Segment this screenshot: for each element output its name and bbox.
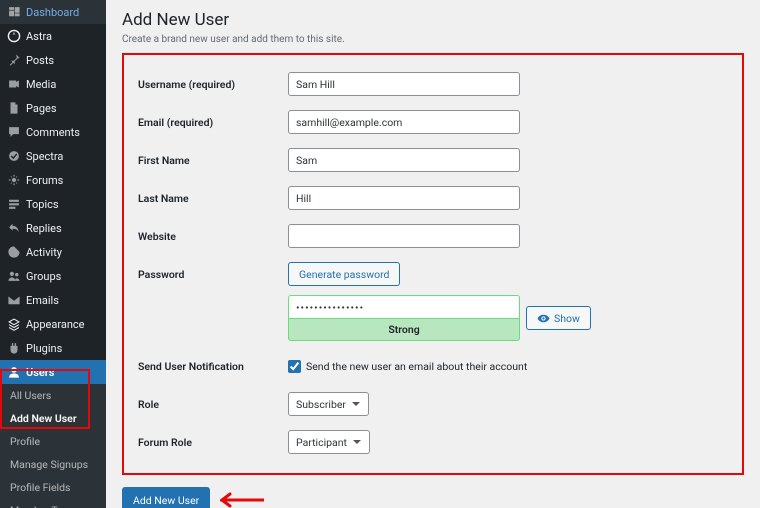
label-last-name: Last Name xyxy=(138,192,288,205)
sidebar-item-media[interactable]: Media xyxy=(0,72,106,96)
sidebar-sub-profile[interactable]: Profile xyxy=(0,430,106,453)
sidebar-sub-manage-signups[interactable]: Manage Signups xyxy=(0,453,106,476)
user-icon xyxy=(7,365,21,379)
input-email[interactable] xyxy=(288,110,520,134)
sidebar-sub-member-types[interactable]: Member Types xyxy=(0,499,106,508)
sidebar-item-posts[interactable]: Posts xyxy=(0,48,106,72)
groups-icon xyxy=(7,269,21,283)
input-username[interactable] xyxy=(288,72,520,96)
select-role[interactable]: Subscriber xyxy=(288,392,369,416)
input-last-name[interactable] xyxy=(288,186,520,210)
pin-icon xyxy=(7,53,21,67)
show-password-button[interactable]: Show xyxy=(526,306,591,330)
submit-button[interactable]: Add New User xyxy=(122,487,210,508)
sidebar-item-activity[interactable]: Activity xyxy=(0,240,106,264)
label-role: Role xyxy=(138,398,288,411)
sidebar-item-appearance[interactable]: Appearance xyxy=(0,312,106,336)
sidebar-item-astra[interactable]: Astra xyxy=(0,24,106,48)
media-icon xyxy=(7,77,21,91)
generate-password-button[interactable]: Generate password xyxy=(288,262,400,286)
page-subtitle: Create a brand new user and add them to … xyxy=(122,34,744,45)
password-strength: Strong xyxy=(288,319,520,341)
topic-icon xyxy=(7,197,21,211)
appearance-icon xyxy=(7,317,21,331)
page-title: Add New User xyxy=(122,10,744,30)
label-username: Username (required) xyxy=(138,78,288,91)
sidebar-sub-all-users[interactable]: All Users xyxy=(0,384,106,407)
page-icon xyxy=(7,101,21,115)
input-website[interactable] xyxy=(288,224,520,248)
sidebar-item-spectra[interactable]: Spectra xyxy=(0,144,106,168)
sidebar-item-groups[interactable]: Groups xyxy=(0,264,106,288)
sidebar-item-pages[interactable]: Pages xyxy=(0,96,106,120)
admin-sidebar: DashboardAstraPostsMediaPagesCommentsSpe… xyxy=(0,0,106,508)
eye-icon xyxy=(537,312,550,325)
label-website: Website xyxy=(138,230,288,243)
reply-icon xyxy=(7,221,21,235)
user-form: Username (required) Email (required) Fir… xyxy=(122,53,744,475)
sidebar-item-replies[interactable]: Replies xyxy=(0,216,106,240)
sidebar-sub-profile-fields[interactable]: Profile Fields xyxy=(0,476,106,499)
astra-icon xyxy=(7,29,21,43)
forum-icon xyxy=(7,173,21,187)
sidebar-item-users[interactable]: Users xyxy=(0,360,106,384)
label-first-name: First Name xyxy=(138,154,288,167)
label-email: Email (required) xyxy=(138,116,288,129)
label-notify: Send User Notification xyxy=(138,360,288,373)
sidebar-sub-add-new-user[interactable]: Add New User xyxy=(0,407,106,430)
notify-checkbox[interactable] xyxy=(288,360,301,373)
sidebar-item-dashboard[interactable]: Dashboard xyxy=(0,0,106,24)
activity-icon xyxy=(7,245,21,259)
label-password: Password xyxy=(138,268,288,281)
sidebar-item-forums[interactable]: Forums xyxy=(0,168,106,192)
sidebar-item-plugins[interactable]: Plugins xyxy=(0,336,106,360)
input-first-name[interactable] xyxy=(288,148,520,172)
email-icon xyxy=(7,293,21,307)
comment-icon xyxy=(7,125,21,139)
sidebar-item-emails[interactable]: Emails xyxy=(0,288,106,312)
sidebar-item-topics[interactable]: Topics xyxy=(0,192,106,216)
input-password[interactable] xyxy=(288,295,520,319)
select-forum-role[interactable]: Participant xyxy=(288,430,370,454)
dash-icon xyxy=(7,5,21,19)
notify-checkbox-row[interactable]: Send the new user an email about their a… xyxy=(288,360,527,373)
plugin-icon xyxy=(7,341,21,355)
label-forum-role: Forum Role xyxy=(138,436,288,449)
arrow-annotation xyxy=(220,491,264,508)
sidebar-item-comments[interactable]: Comments xyxy=(0,120,106,144)
main-content: Add New User Create a brand new user and… xyxy=(106,0,760,508)
spectra-icon xyxy=(7,149,21,163)
